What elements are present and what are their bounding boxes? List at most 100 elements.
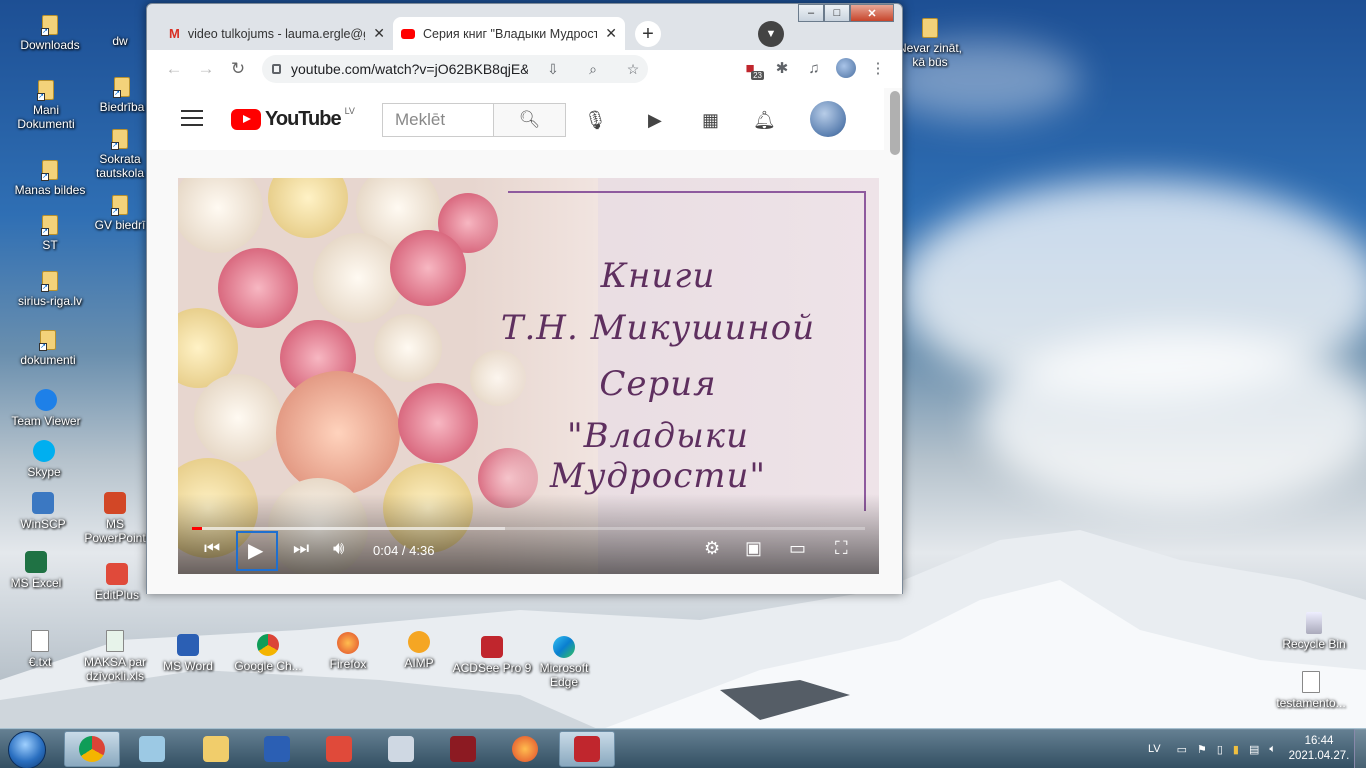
country-code: LV (344, 106, 355, 116)
desktop-icon-teamviewer[interactable]: Team Viewer (6, 389, 86, 428)
close-tab-icon[interactable]: ✕ (605, 25, 617, 42)
video-player[interactable]: Книги Т.Н. Микушиной Серия "Владыки Мудр… (178, 178, 879, 574)
tab-gmail[interactable]: M video tulkojums - lauma.ergle@g ✕ (161, 17, 393, 50)
chrome-icon (257, 634, 279, 656)
fullscreen-icon[interactable]: ⛶ (835, 538, 848, 559)
taskbar-editplus[interactable] (311, 731, 367, 767)
show-desktop-button[interactable] (1354, 729, 1366, 768)
address-bar[interactable]: youtube.com/watch?v=jO62BKB8qjE&list=PLD… (262, 55, 648, 83)
language-indicator[interactable]: LV (1148, 743, 1161, 755)
youtube-logo[interactable]: YouTube LV (231, 106, 355, 131)
desktop-icon-winscp[interactable]: WinSCP (3, 492, 83, 531)
close-window-button[interactable]: ✕ (850, 4, 894, 22)
progress-bar[interactable] (192, 527, 865, 530)
search-button[interactable]: 🔍︎ (494, 103, 566, 137)
miniplayer-icon[interactable]: ▣ (745, 538, 762, 559)
tab-search-button[interactable]: ▼ (758, 21, 784, 47)
desktop-icon-biedriba[interactable]: ↗ Biedrība (92, 77, 152, 114)
forward-button[interactable]: → (191, 54, 221, 84)
settings-gear-icon[interactable]: ⚙ (704, 538, 720, 559)
desktop-icon-excel[interactable]: MS Excel (0, 551, 76, 590)
next-icon[interactable]: ⏭ (293, 538, 309, 559)
tray-network-icon[interactable]: ▤ (1249, 743, 1259, 756)
previous-icon[interactable]: ⏮ (204, 538, 220, 559)
theater-mode-icon[interactable]: ▭ (789, 538, 806, 559)
reload-button[interactable]: ↻ (223, 54, 253, 84)
desktop-icon-skype[interactable]: Skype (4, 440, 84, 479)
taskbar-chrome[interactable] (64, 731, 120, 767)
excel-file-icon (106, 630, 124, 652)
start-button[interactable] (8, 731, 46, 768)
extensions-puzzle-icon[interactable]: ✱ (768, 54, 796, 82)
profile-avatar[interactable] (832, 54, 860, 82)
taskbar-app-red[interactable] (435, 731, 491, 767)
tray-action-center-icon[interactable]: ▭ (1177, 743, 1187, 756)
desktop-icon-manas-bildes[interactable]: ↗ Manas bildes (10, 160, 90, 197)
volume-icon[interactable]: 🔊︎ (333, 538, 344, 559)
desktop-icon-powerpoint[interactable]: MS PowerPoint (75, 492, 155, 545)
desktop-icon-firefox[interactable]: Firefox (308, 632, 388, 671)
desktop-icon-maksa[interactable]: MAKSA par dzīvokli.xls (75, 630, 155, 683)
calculator-icon (388, 736, 414, 762)
youtube-page: YouTube LV Meklēt 🔍︎ 🎙︎ ▶ ▦ 🔔︎ Книги Т.Н… (147, 88, 902, 594)
account-avatar[interactable] (810, 101, 846, 137)
taskbar-explorer[interactable] (188, 731, 244, 767)
page-scrollbar[interactable] (890, 91, 900, 155)
desktop-icon-recycle-bin[interactable]: Recycle Bin (1274, 612, 1354, 651)
new-tab-button[interactable]: + (635, 21, 661, 47)
taskbar-acdsee[interactable] (559, 731, 615, 767)
video-title-line-3: Серия (599, 364, 717, 404)
taskbar-notepad[interactable] (124, 731, 180, 767)
tray-device-icon[interactable]: ▯ (1217, 743, 1223, 756)
search-icon: 🔍︎ (518, 110, 541, 129)
minimize-button[interactable]: ‒ (798, 4, 824, 22)
desktop-icon-edge[interactable]: Microsoft Edge (524, 636, 604, 689)
bookmark-star-icon[interactable]: ☆ (618, 61, 648, 78)
desktop-icon-msword[interactable]: MS Word (148, 634, 228, 673)
close-tab-icon[interactable]: ✕ (373, 25, 385, 42)
tray-flag-icon[interactable]: ⚑ (1197, 743, 1207, 756)
media-control-icon[interactable]: ♫ (800, 54, 828, 82)
zoom-icon[interactable]: ⌕ (578, 61, 608, 78)
desktop-icon-aimp[interactable]: AIMP (379, 631, 459, 670)
lock-icon (272, 64, 281, 74)
tray-volume-icon[interactable]: 🔈︎ (1269, 743, 1276, 756)
desktop-icon-st[interactable]: ↗ ST (10, 215, 90, 252)
search-input[interactable]: Meklēt (382, 103, 494, 137)
menu-kebab-icon[interactable]: ⋮ (864, 54, 892, 82)
desktop-icon-euro-txt[interactable]: €.txt (0, 630, 80, 669)
tray-shield-icon[interactable]: ▮ (1233, 743, 1239, 756)
play-icon[interactable]: ▶ (248, 538, 263, 563)
winscp-icon (32, 492, 54, 514)
folder-icon (203, 736, 229, 762)
desktop-icon-mani-dokumenti[interactable]: ↗ Mani Dokumenti (6, 80, 86, 131)
desktop-icon-sirius[interactable]: ↗ sirius-riga.lv (10, 271, 90, 308)
hamburger-menu-icon[interactable] (181, 110, 203, 131)
tab-title: video tulkojums - lauma.ergle@g (187, 26, 366, 41)
desktop-icon-dokumenti[interactable]: ↗ dokumenti (8, 330, 88, 367)
desktop-icon-testamento[interactable]: testamento... (1271, 671, 1351, 710)
notifications-bell-icon[interactable]: 🔔︎ (753, 110, 776, 131)
desktop-icon-dw[interactable]: dw (100, 34, 140, 48)
extension-shield-icon[interactable]: ■ 23 (736, 54, 764, 82)
notepad-icon (139, 736, 165, 762)
microphone-icon[interactable]: 🎙︎ (584, 110, 607, 131)
maximize-button[interactable]: □ (824, 4, 850, 22)
clock-date: 2021.04.27. (1288, 750, 1350, 762)
taskbar-calculator[interactable] (373, 731, 429, 767)
clock[interactable]: 16:44 2021.04.27. (1284, 734, 1354, 764)
apps-grid-icon[interactable]: ▦ (702, 110, 719, 131)
taskbar-firefox[interactable] (497, 731, 553, 767)
desktop-icon-downloads[interactable]: ↗ Downloads (10, 15, 90, 52)
desktop-icon-gv[interactable]: ↗ GV biedrī (90, 195, 150, 232)
desktop-icon-acdsee[interactable]: ACDSee Pro 9 (452, 636, 532, 675)
desktop-icon-editplus[interactable]: EditPlus (77, 563, 157, 602)
desktop-icon-sokrata[interactable]: ↗ Sokrata tautskola (90, 129, 150, 180)
youtube-wordmark: YouTube (265, 108, 342, 130)
install-icon[interactable]: ⇩ (538, 61, 568, 78)
create-video-icon[interactable]: ▶ (648, 110, 662, 131)
taskbar-word[interactable] (249, 731, 305, 767)
desktop-icon-chrome[interactable]: Google Ch... (228, 634, 308, 673)
back-button[interactable]: ← (159, 54, 189, 84)
tab-youtube[interactable]: Серия книг "Владыки Мудрости" ✕ (393, 17, 625, 50)
